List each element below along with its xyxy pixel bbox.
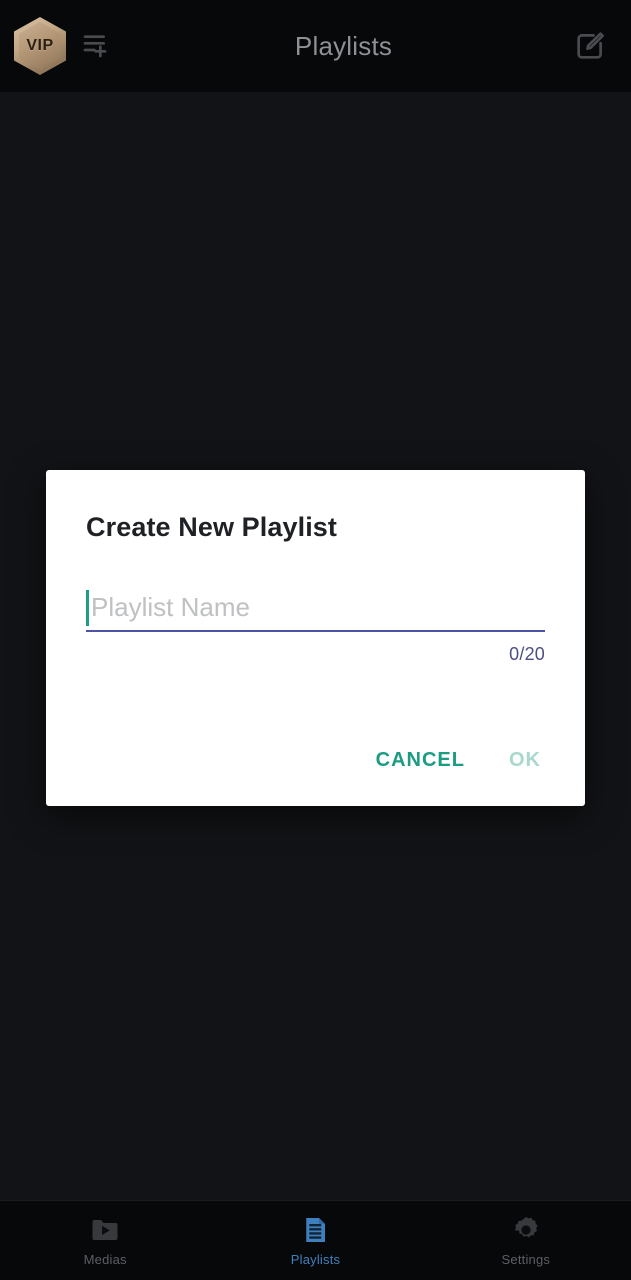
dialog-title: Create New Playlist <box>86 512 338 542</box>
playlist-name-field[interactable] <box>86 586 545 632</box>
cancel-button[interactable]: CANCEL <box>372 743 469 778</box>
bottom-navigation-bar: Medias Playlists Settings <box>0 1200 631 1280</box>
content-area: Create New Playlist 0/20 CANCEL OK <box>0 92 631 1200</box>
app-root: VIP Playlists Create New Playlist Playli… <box>0 0 631 1280</box>
folder-play-icon <box>92 1219 118 1240</box>
top-app-bar: VIP Playlists <box>0 0 631 92</box>
vip-badge-label: VIP <box>26 37 54 54</box>
playlist-name-input[interactable] <box>86 586 545 629</box>
nav-label-playlists: Playlists <box>290 1251 341 1267</box>
playlist-add-button[interactable] <box>74 23 120 69</box>
nav-item-medias[interactable]: Medias <box>0 1201 210 1280</box>
ok-button[interactable]: OK <box>505 743 545 778</box>
vip-badge[interactable]: VIP <box>14 17 66 75</box>
character-counter: 0/20 <box>509 644 545 664</box>
nav-label-medias: Medias <box>83 1251 127 1267</box>
nav-item-settings[interactable]: Settings <box>421 1201 631 1280</box>
nav-item-playlists[interactable]: Playlists <box>210 1201 420 1280</box>
edit-playlist-button[interactable] <box>567 23 613 69</box>
compose-edit-icon <box>577 32 604 59</box>
gear-icon <box>514 1216 538 1237</box>
create-playlist-dialog: Create New Playlist 0/20 CANCEL OK <box>46 470 585 806</box>
field-underline <box>86 630 545 632</box>
dialog-actions: CANCEL OK <box>86 743 545 778</box>
nav-label-settings: Settings <box>501 1251 551 1267</box>
page-title: Playlists <box>294 30 393 61</box>
document-lines-icon <box>306 1217 326 1242</box>
playlist-add-icon <box>83 35 107 58</box>
